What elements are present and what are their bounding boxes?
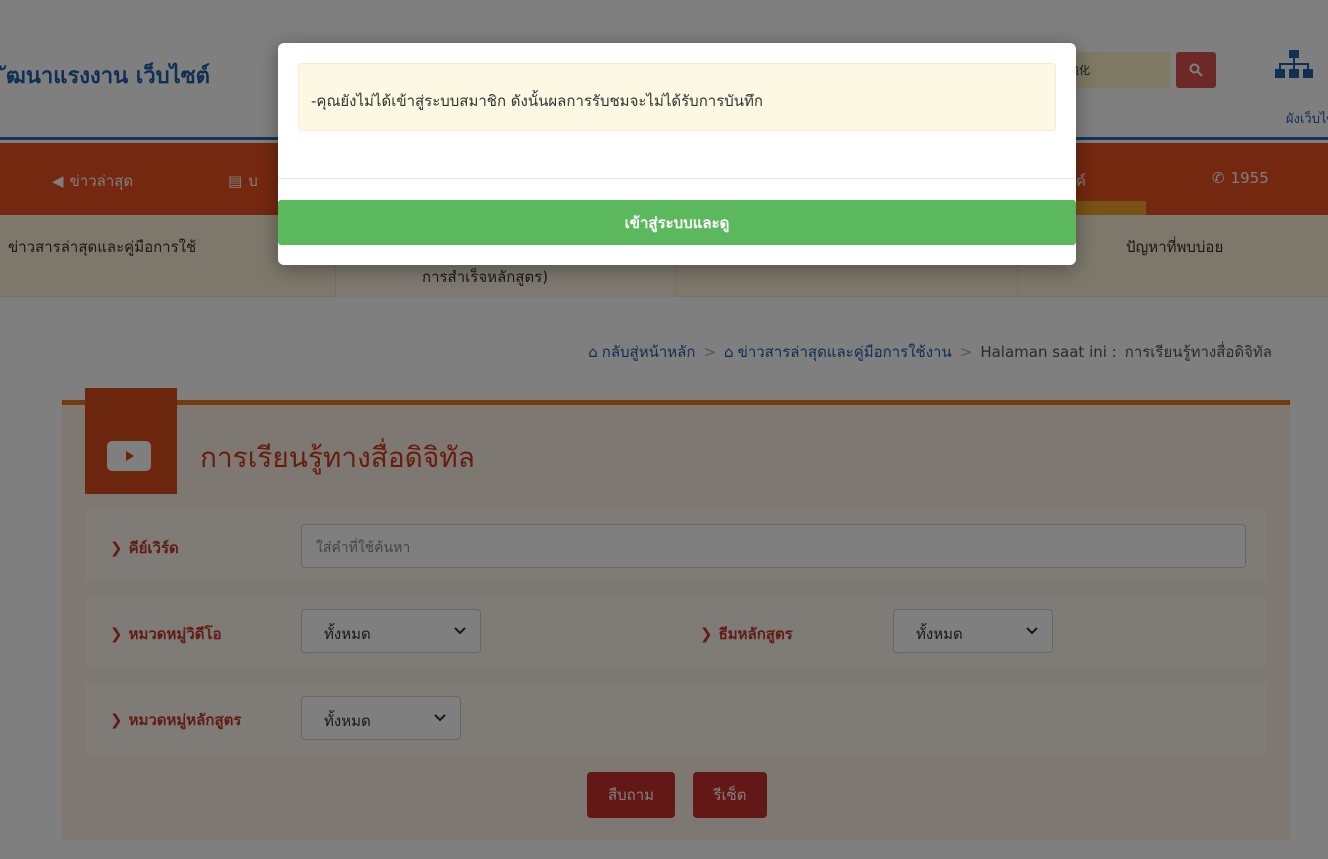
modal-divider bbox=[278, 178, 1076, 179]
login-required-modal: -คุณยังไม่ได้เข้าสู่ระบบสมาชิก ดังนั้นผล… bbox=[278, 43, 1076, 265]
login-warning-alert: -คุณยังไม่ได้เข้าสู่ระบบสมาชิก ดังนั้นผล… bbox=[298, 63, 1056, 131]
login-and-view-button[interactable]: เข้าสู่ระบบและดู bbox=[278, 200, 1076, 245]
page: ัฒนาแรงงาน เว็บไซต์ 強化 ผังเว็บไซต์ ◀ ข่า… bbox=[0, 0, 1328, 859]
